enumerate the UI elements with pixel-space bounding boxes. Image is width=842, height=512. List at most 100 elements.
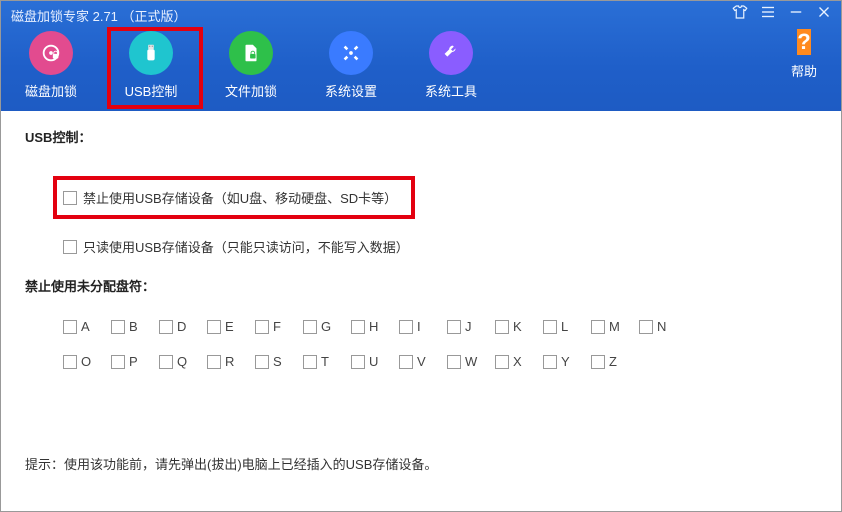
drive-letter-item: Y [543, 354, 591, 369]
window-controls [731, 3, 833, 21]
drive-letter-label: M [609, 319, 620, 334]
checkbox-drive-Z[interactable] [591, 355, 605, 369]
drive-letter-label: Q [177, 354, 187, 369]
checkbox-drive-M[interactable] [591, 320, 605, 334]
minimize-icon[interactable] [787, 3, 805, 21]
checkbox-drive-V[interactable] [399, 355, 413, 369]
close-icon[interactable] [815, 3, 833, 21]
checkbox-drive-L[interactable] [543, 320, 557, 334]
drive-letter-label: E [225, 319, 234, 334]
checkbox-drive-O[interactable] [63, 355, 77, 369]
drive-letter-label: R [225, 354, 234, 369]
checkbox-drive-N[interactable] [639, 320, 653, 334]
header: 磁盘加锁专家 2.71 （正式版） 磁盘加锁 [1, 1, 841, 111]
nav-label: 帮助 [791, 61, 817, 80]
drive-letter-label: U [369, 354, 378, 369]
drive-letter-item: M [591, 319, 639, 334]
content-area: USB控制： 禁止使用USB存储设备（如U盘、移动硬盘、SD卡等） 只读使用US… [1, 111, 841, 511]
checkbox-drive-W[interactable] [447, 355, 461, 369]
checkbox-drive-K[interactable] [495, 320, 509, 334]
drive-letter-item: A [63, 319, 111, 334]
usb-section-title: USB控制： [25, 127, 817, 146]
drive-letter-item: L [543, 319, 591, 334]
checkbox-drive-D[interactable] [159, 320, 173, 334]
drive-letter-item: V [399, 354, 447, 369]
drive-letter-label: K [513, 319, 522, 334]
drive-letter-label: A [81, 319, 90, 334]
checkbox-drive-R[interactable] [207, 355, 221, 369]
toolbar: 磁盘加锁 USB控制 文件加锁 系统设置 [1, 29, 841, 100]
nav-label: 文件加锁 [225, 81, 277, 100]
drive-letter-item: T [303, 354, 351, 369]
checkbox-drive-P[interactable] [111, 355, 125, 369]
checkbox-drive-X[interactable] [495, 355, 509, 369]
nav-label: 系统设置 [325, 81, 377, 100]
drive-letter-item: R [207, 354, 255, 369]
disk-lock-icon [29, 31, 73, 75]
drive-letter-label: F [273, 319, 281, 334]
nav-help[interactable]: ? 帮助 [791, 29, 817, 80]
checkbox-drive-B[interactable] [111, 320, 125, 334]
drive-letter-label: O [81, 354, 91, 369]
drive-letter-label: S [273, 354, 282, 369]
drive-letter-item: K [495, 319, 543, 334]
drive-letter-item: S [255, 354, 303, 369]
drive-letter-item: B [111, 319, 159, 334]
checkbox-drive-H[interactable] [351, 320, 365, 334]
drive-letter-item: U [351, 354, 399, 369]
drive-letter-item: N [639, 319, 687, 334]
drive-letter-item: P [111, 354, 159, 369]
annotation-highlight-option: 禁止使用USB存储设备（如U盘、移动硬盘、SD卡等） [53, 176, 415, 219]
help-icon: ? [797, 29, 810, 55]
checkbox-drive-G[interactable] [303, 320, 317, 334]
drive-letter-item: O [63, 354, 111, 369]
nav-label: 磁盘加锁 [25, 81, 77, 100]
tools-icon [429, 31, 473, 75]
drive-letter-item: G [303, 319, 351, 334]
drive-letter-item: Z [591, 354, 639, 369]
nav-usb-control[interactable]: USB控制 [121, 31, 181, 100]
checkbox-drive-S[interactable] [255, 355, 269, 369]
nav-label: USB控制 [125, 81, 178, 100]
titlebar: 磁盘加锁专家 2.71 （正式版） [1, 1, 841, 29]
checkbox-drive-A[interactable] [63, 320, 77, 334]
drives-section-title: 禁止使用未分配盘符： [25, 276, 817, 295]
checkbox-drive-E[interactable] [207, 320, 221, 334]
checkbox-drive-U[interactable] [351, 355, 365, 369]
checkbox-drive-Y[interactable] [543, 355, 557, 369]
drive-letter-item: I [399, 319, 447, 334]
drive-letter-label: L [561, 319, 568, 334]
drive-letter-item: Q [159, 354, 207, 369]
usb-icon [129, 31, 173, 75]
checkbox-drive-I[interactable] [399, 320, 413, 334]
option-disable-usb-label: 禁止使用USB存储设备（如U盘、移动硬盘、SD卡等） [83, 188, 397, 207]
nav-system-tools[interactable]: 系统工具 [421, 31, 481, 100]
checkbox-readonly-usb[interactable] [63, 240, 77, 254]
drive-letter-item: X [495, 354, 543, 369]
file-lock-icon [229, 31, 273, 75]
window-title: 磁盘加锁专家 2.71 （正式版） [11, 6, 187, 25]
option-readonly-usb: 只读使用USB存储设备（只能只读访问，不能写入数据） [63, 237, 817, 256]
checkbox-disable-usb[interactable] [63, 191, 77, 205]
nav-file-lock[interactable]: 文件加锁 [221, 31, 281, 100]
drive-letter-label: J [465, 319, 472, 334]
drive-letter-label: D [177, 319, 186, 334]
drive-letter-item: E [207, 319, 255, 334]
menu-icon[interactable] [759, 3, 777, 21]
checkbox-drive-J[interactable] [447, 320, 461, 334]
skin-icon[interactable] [731, 3, 749, 21]
drive-letter-label: W [465, 354, 477, 369]
drive-letter-item: F [255, 319, 303, 334]
drive-letter-label: X [513, 354, 522, 369]
drive-letter-grid: ABDEFGHIJKLMNOPQRSTUVWXYZ [63, 319, 817, 369]
drive-letter-label: P [129, 354, 138, 369]
footer-tip: 提示：使用该功能前，请先弹出(拔出)电脑上已经插入的USB存储设备。 [25, 454, 437, 473]
checkbox-drive-Q[interactable] [159, 355, 173, 369]
checkbox-drive-T[interactable] [303, 355, 317, 369]
nav-disk-lock[interactable]: 磁盘加锁 [21, 31, 81, 100]
nav-system-settings[interactable]: 系统设置 [321, 31, 381, 100]
drive-letter-item: J [447, 319, 495, 334]
drive-letter-label: B [129, 319, 138, 334]
checkbox-drive-F[interactable] [255, 320, 269, 334]
drive-letter-label: I [417, 319, 421, 334]
